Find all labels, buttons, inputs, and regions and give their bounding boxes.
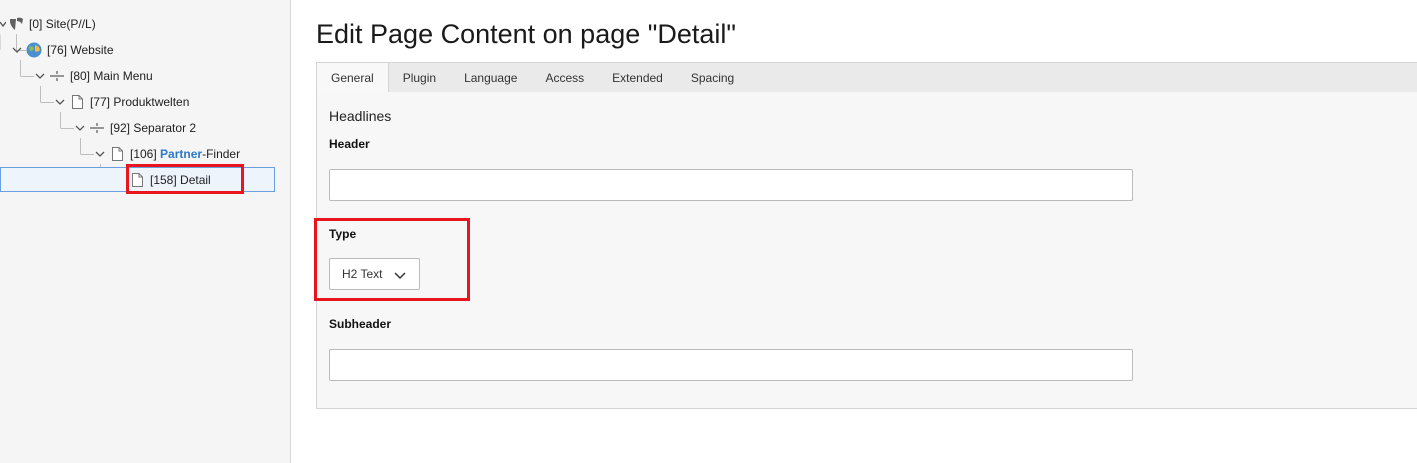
- chevron-down-icon[interactable]: [95, 149, 105, 159]
- page-icon: [109, 146, 125, 162]
- chevron-down-icon[interactable]: [55, 97, 65, 107]
- page-icon: [69, 94, 85, 110]
- tree-node-separator-2[interactable]: [92] Separator 2: [75, 116, 196, 140]
- subheader-input[interactable]: [329, 349, 1133, 381]
- chevron-down-icon: [394, 269, 406, 283]
- page-tree: [0] Site(P//L) [76] Website [80] Main Me…: [0, 0, 291, 463]
- type-select[interactable]: H2 Text: [329, 258, 420, 290]
- subheader-label: Subheader: [329, 317, 392, 331]
- tab-extended[interactable]: Extended: [598, 63, 677, 92]
- tree-node-label: Site(P//L): [45, 17, 96, 31]
- tree-node-site[interactable]: [0] Site(P//L): [0, 12, 96, 36]
- tree-node-id: [0]: [29, 17, 43, 31]
- tree-node-id: [76]: [47, 43, 68, 57]
- tab-general[interactable]: General: [317, 63, 389, 93]
- general-tab-panel: Headlines Header Type H2 Text Subheader: [316, 92, 1417, 409]
- type-select-value: H2 Text: [342, 267, 383, 281]
- tree-node-id: [92]: [110, 121, 131, 135]
- tree-node-id: [77]: [90, 95, 111, 109]
- tree-node-label: Produktwelten: [113, 95, 190, 109]
- tree-node-label: Separator 2: [133, 121, 197, 135]
- tree-node-id: [158]: [150, 173, 177, 187]
- tree-node-label: Detail: [180, 173, 211, 187]
- tree-node-produktwelten[interactable]: [77] Produktwelten: [55, 90, 189, 114]
- page-icon: [129, 172, 145, 188]
- chevron-down-icon[interactable]: [0, 19, 6, 29]
- tab-access[interactable]: Access: [531, 63, 598, 92]
- header-label: Header: [329, 137, 370, 151]
- tree-node-id: [80]: [70, 69, 91, 83]
- tree-node-label: Website: [70, 43, 114, 57]
- page-title: Edit Page Content on page "Detail": [316, 19, 736, 49]
- tree-node-label: -Finder: [202, 147, 241, 161]
- tree-node-main-menu[interactable]: [80] Main Menu: [35, 64, 153, 88]
- tab-plugin[interactable]: Plugin: [389, 63, 450, 92]
- chevron-down-icon[interactable]: [75, 123, 85, 133]
- separator-icon: [49, 68, 65, 84]
- edit-content-panel: Edit Page Content on page "Detail" Gener…: [291, 0, 1417, 463]
- tree-node-website[interactable]: [76] Website: [12, 38, 114, 62]
- type-label: Type: [329, 227, 357, 241]
- tab-language[interactable]: Language: [450, 63, 531, 92]
- typo3-logo-icon: [8, 16, 24, 32]
- tab-bar: General Plugin Language Access Extended …: [316, 62, 1417, 93]
- tree-node-detail[interactable]: [158] Detail: [129, 168, 211, 192]
- tab-spacing[interactable]: Spacing: [677, 63, 748, 92]
- chevron-down-icon[interactable]: [35, 71, 45, 81]
- chevron-down-icon[interactable]: [12, 45, 22, 55]
- tree-node-label-highlight: Partner: [160, 147, 203, 161]
- separator-icon: [89, 120, 105, 136]
- tree-node-partner-finder[interactable]: [106] Partner -Finder: [95, 142, 240, 166]
- globe-icon: [26, 42, 42, 58]
- tree-node-label: Main Menu: [93, 69, 153, 83]
- header-input[interactable]: [329, 169, 1133, 201]
- section-title: Headlines: [329, 108, 392, 124]
- tree-node-id: [106]: [130, 147, 157, 161]
